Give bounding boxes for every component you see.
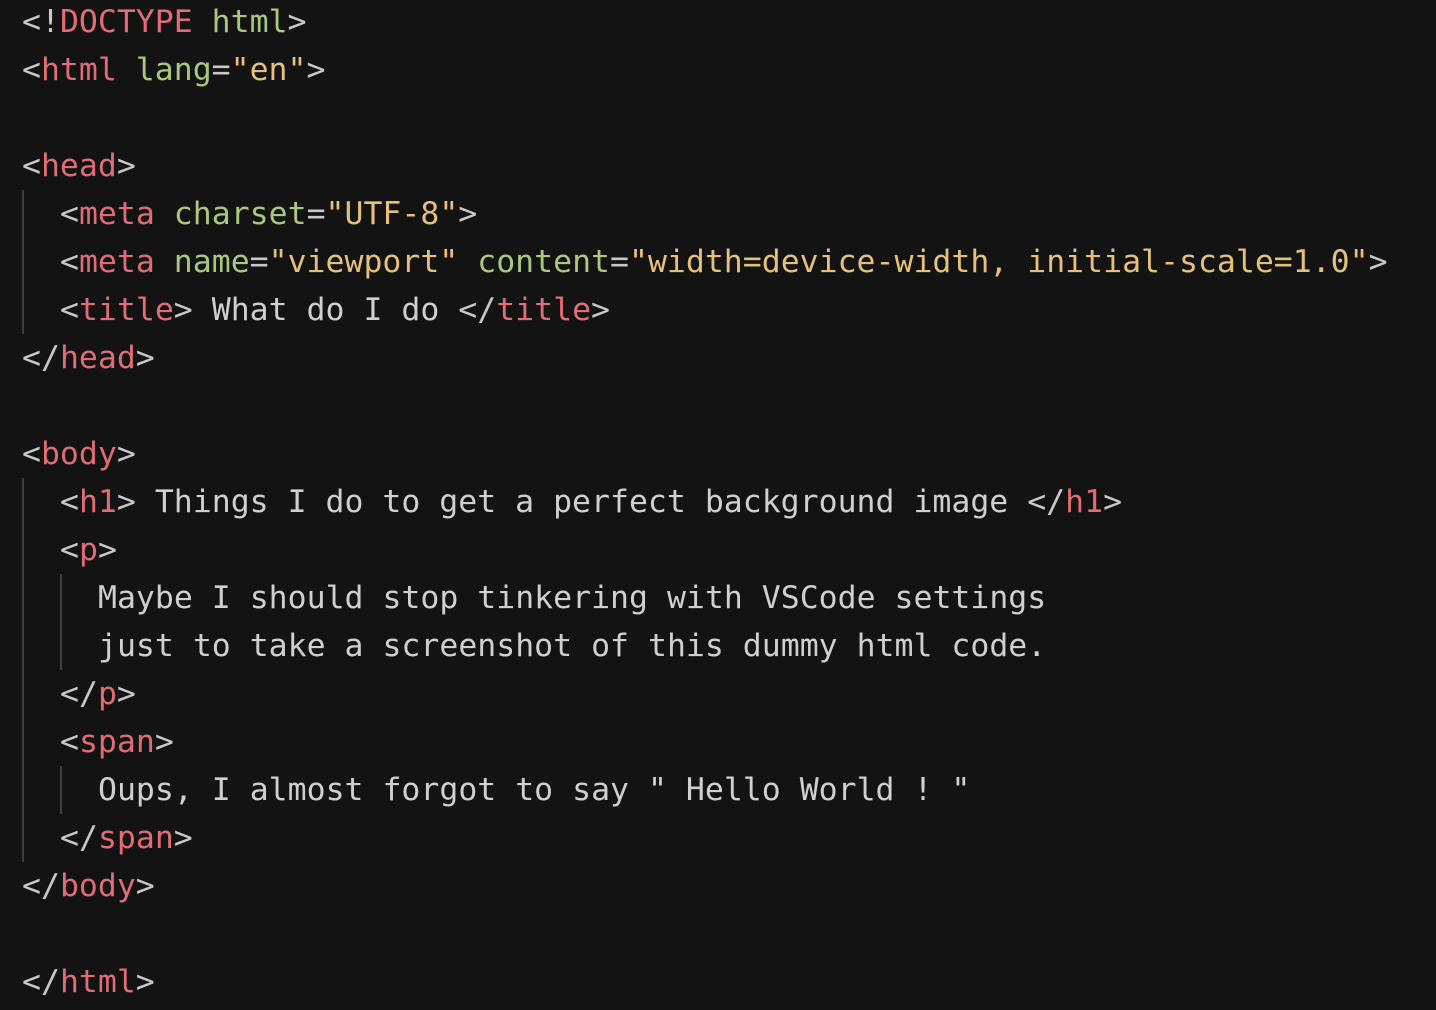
doctype-open: <! xyxy=(22,4,60,40)
paragraph-text-line: Maybe I should stop tinkering with VSCod… xyxy=(98,580,1047,616)
code-editor[interactable]: <!DOCTYPE html> <html lang="en"> <head> … xyxy=(0,0,1436,1010)
span-open-tag: span xyxy=(78,724,155,760)
code-line-p-open[interactable]: <p> xyxy=(60,526,117,574)
title-open-tag: title xyxy=(78,292,174,328)
html-close-tag: html xyxy=(59,964,136,1000)
p-close-tag: p xyxy=(97,676,117,712)
code-line-span-text[interactable]: Oups, I almost forgot to say " Hello Wor… xyxy=(98,766,970,814)
h1-close-tag: h1 xyxy=(1065,484,1104,520)
code-line-head-close[interactable]: </head> xyxy=(22,334,155,382)
doctype-keyword: DOCTYPE xyxy=(59,4,193,40)
code-line-html-close[interactable]: </html> xyxy=(22,958,155,1006)
head-close-tag: head xyxy=(59,340,136,376)
title-close-tag: title xyxy=(496,292,592,328)
name-attr: name xyxy=(173,244,250,280)
indent-guide-body xyxy=(22,478,24,862)
code-line-doctype[interactable]: <!DOCTYPE html> xyxy=(22,0,307,46)
span-close-tag: span xyxy=(97,820,174,856)
lang-attr: lang xyxy=(135,52,212,88)
content-value: "width=device-width, initial-scale=1.0" xyxy=(628,244,1369,280)
code-line-meta-viewport[interactable]: <meta name="viewport" content="width=dev… xyxy=(60,238,1388,286)
h1-open-tag: h1 xyxy=(78,484,117,520)
name-value: "viewport" xyxy=(268,244,459,280)
charset-value: "UTF-8" xyxy=(325,196,459,232)
h1-text: Things I do to get a perfect background … xyxy=(135,484,1028,520)
charset-attr: charset xyxy=(173,196,307,232)
body-close-tag: body xyxy=(59,868,136,904)
code-line-span-close[interactable]: </span> xyxy=(60,814,193,862)
code-line-meta-charset[interactable]: <meta charset="UTF-8"> xyxy=(60,190,477,238)
meta-tag: meta xyxy=(78,244,155,280)
indent-guide-span xyxy=(60,766,62,814)
code-line-p-text-2[interactable]: just to take a screenshot of this dummy … xyxy=(98,622,1046,670)
indent-guide-p xyxy=(60,574,62,670)
code-line-p-close[interactable]: </p> xyxy=(60,670,136,718)
code-line-h1[interactable]: <h1> Things I do to get a perfect backgr… xyxy=(60,478,1122,526)
doctype-close: > xyxy=(287,4,307,40)
code-line-body-close[interactable]: </body> xyxy=(22,862,155,910)
meta-tag: meta xyxy=(78,196,155,232)
code-line-head-open[interactable]: <head> xyxy=(22,142,136,190)
title-text: What do I do xyxy=(192,292,459,328)
p-open-tag: p xyxy=(78,532,98,568)
indent-guide-head xyxy=(22,190,24,334)
paragraph-text-line: just to take a screenshot of this dummy … xyxy=(98,628,1047,664)
code-line-body-open[interactable]: <body> xyxy=(22,430,136,478)
lang-value: "en" xyxy=(230,52,307,88)
body-tag: body xyxy=(40,436,117,472)
code-line-html-open[interactable]: <html lang="en"> xyxy=(22,46,325,94)
html-tag: html xyxy=(40,52,117,88)
code-line-p-text-1[interactable]: Maybe I should stop tinkering with VSCod… xyxy=(98,574,1046,622)
head-tag: head xyxy=(40,148,117,184)
doctype-name: html xyxy=(211,4,288,40)
content-attr: content xyxy=(477,244,611,280)
code-line-span-open[interactable]: <span> xyxy=(60,718,174,766)
span-text: Oups, I almost forgot to say " Hello Wor… xyxy=(98,772,971,808)
code-line-title[interactable]: <title> What do I do </title> xyxy=(60,286,610,334)
